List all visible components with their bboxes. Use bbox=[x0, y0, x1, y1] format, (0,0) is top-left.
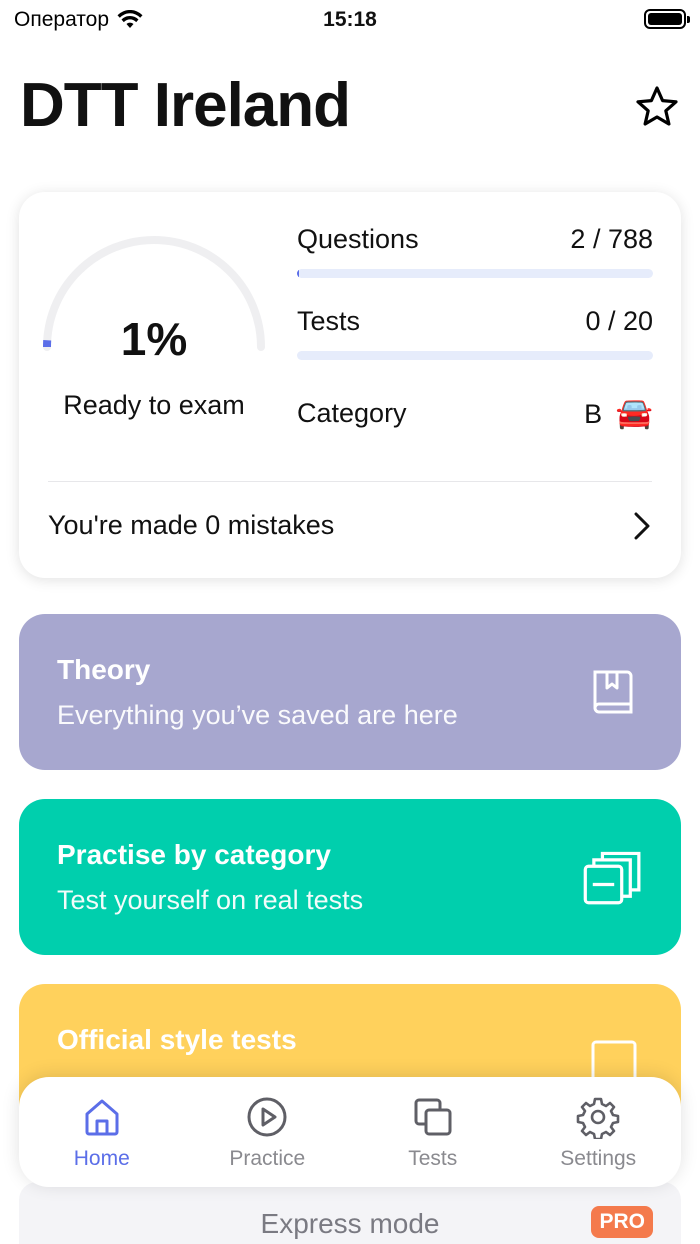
theory-title: Theory bbox=[57, 654, 151, 685]
tests-progress-bar bbox=[297, 351, 653, 360]
tab-tests-label: Tests bbox=[408, 1147, 458, 1170]
tab-practice-label: Practice bbox=[229, 1147, 306, 1170]
favorite-star-icon[interactable] bbox=[634, 84, 680, 130]
pro-badge: PRO bbox=[591, 1206, 653, 1238]
gear-icon bbox=[576, 1097, 620, 1139]
theory-card[interactable]: Theory Everything you’ve saved are here bbox=[19, 614, 681, 770]
tests-stat: Tests 0 / 20 bbox=[297, 306, 653, 360]
practise-card[interactable]: Practise by category Test yourself on re… bbox=[19, 799, 681, 955]
readiness-percent: 1% bbox=[120, 313, 188, 365]
battery-icon bbox=[644, 9, 690, 29]
mistakes-row[interactable]: You're made 0 mistakes bbox=[48, 510, 652, 541]
practise-title: Practise by category bbox=[57, 839, 331, 870]
tab-bar: Home Practice Tests Settings bbox=[19, 1077, 681, 1187]
status-bar: Оператор 15:18 bbox=[0, 0, 700, 40]
tab-home[interactable]: Home bbox=[19, 1077, 185, 1187]
tests-label: Tests bbox=[297, 306, 361, 336]
stacked-cards-icon bbox=[583, 851, 641, 905]
progress-card: 1% Ready to exam Questions 2 / 788 Tests… bbox=[19, 192, 681, 578]
questions-stat: Questions 2 / 788 bbox=[297, 224, 653, 278]
category-label: Category bbox=[297, 398, 407, 428]
tab-practice[interactable]: Practice bbox=[185, 1077, 351, 1187]
book-icon bbox=[593, 670, 633, 714]
tab-settings[interactable]: Settings bbox=[516, 1077, 682, 1187]
express-label: Express mode bbox=[260, 1208, 440, 1239]
tab-tests[interactable]: Tests bbox=[350, 1077, 516, 1187]
express-mode-card[interactable]: Express mode PRO bbox=[19, 1182, 681, 1244]
tab-home-label: Home bbox=[73, 1147, 130, 1170]
category-stat[interactable]: Category B 🚘 bbox=[297, 396, 653, 431]
tab-settings-label: Settings bbox=[560, 1147, 637, 1170]
home-icon bbox=[85, 1099, 119, 1136]
mistakes-text: You're made 0 mistakes bbox=[48, 510, 335, 540]
category-value-wrap: B 🚘 bbox=[584, 396, 653, 431]
copy-icon bbox=[414, 1098, 452, 1136]
card-divider bbox=[48, 481, 652, 482]
page-title: DTT Ireland bbox=[20, 71, 351, 140]
play-icon bbox=[247, 1097, 287, 1137]
questions-label: Questions bbox=[297, 224, 419, 254]
readiness-label: Ready to exam bbox=[63, 390, 245, 420]
practise-subtitle: Test yourself on real tests bbox=[57, 885, 364, 915]
theory-subtitle: Everything you’ve saved are here bbox=[57, 700, 458, 730]
tests-value: 0 / 20 bbox=[585, 306, 653, 336]
official-title: Official style tests bbox=[57, 1024, 297, 1055]
questions-value: 2 / 788 bbox=[570, 224, 653, 254]
chevron-right-icon bbox=[634, 512, 650, 539]
car-icon: 🚘 bbox=[615, 397, 653, 430]
status-time: 15:18 bbox=[323, 8, 377, 31]
category-value: B bbox=[584, 399, 603, 429]
questions-progress-bar bbox=[297, 269, 653, 278]
